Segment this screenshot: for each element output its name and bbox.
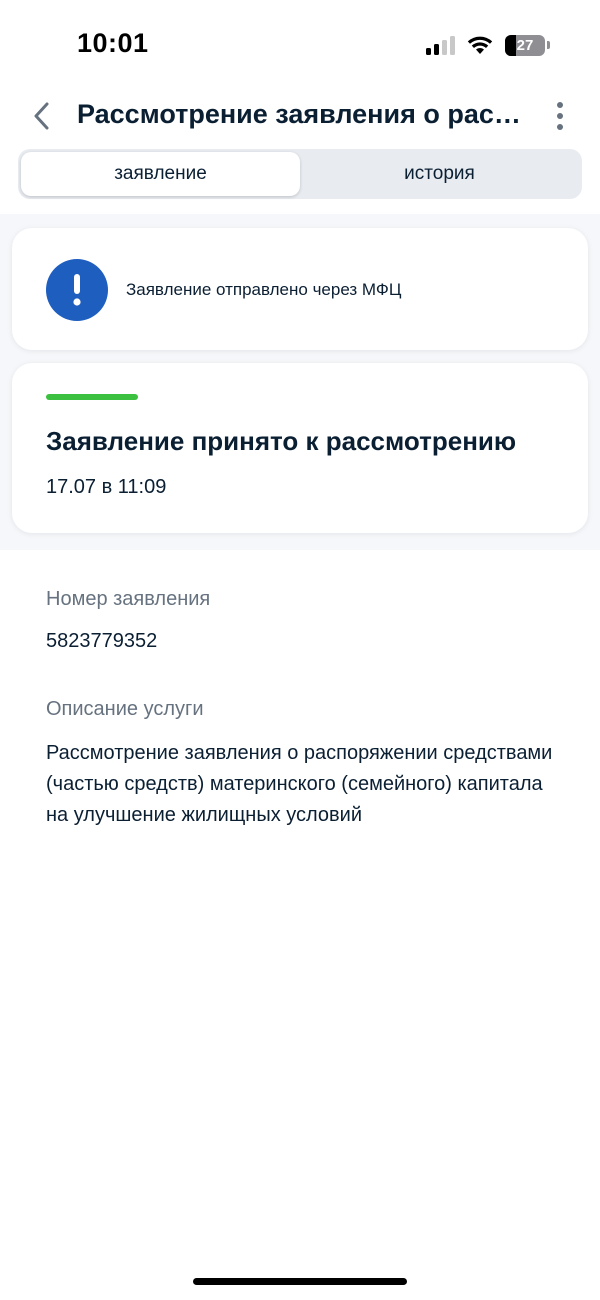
home-indicator[interactable] [193,1278,407,1285]
notice-card: Заявление отправлено через МФЦ [12,228,588,350]
tab-history[interactable]: история [300,152,579,196]
notice-text: Заявление отправлено через МФЦ [126,280,402,299]
application-number-value: 5823779352 [46,630,158,652]
more-menu-button[interactable] [548,100,572,132]
application-details: Номер заявления 5823779352 Описание услу… [0,550,600,1300]
back-button[interactable] [26,98,56,134]
battery-level: 27 [516,36,534,54]
service-description-value: Рассмотрение заявления о распоряжении ср… [46,742,553,826]
status-bar: 10:01 27 [0,0,600,88]
tab-application[interactable]: заявление [21,152,300,196]
status-progress-bar [46,394,138,400]
wifi-icon [467,36,493,54]
battery-icon: 27 [505,34,545,56]
application-number-label: Номер заявления [46,588,211,610]
status-time: 10:01 [77,28,149,58]
header: Рассмотрение заявления о распоряжении ср… [0,88,600,144]
status-progress-fill [46,394,138,400]
battery-cap [547,41,550,49]
signal-icon [426,35,455,55]
exclamation-icon [46,259,108,321]
tabs-bar: заявление история [0,144,600,214]
page-title: Рассмотрение заявления о распоряжении ср… [77,99,525,129]
status-date: 17.07 в 11:09 [46,476,167,498]
more-vertical-icon [557,102,563,108]
service-description-label: Описание услуги [46,698,204,720]
chevron-left-icon [34,102,49,130]
segmented-control: заявление история [18,149,582,199]
status-title: Заявление принято к рассмотрению [46,426,517,456]
app-screen: 10:01 27 Рассмотрение заявления о расп з… [0,0,600,1300]
status-icons: 27 [426,33,550,57]
status-card: Заявление принято к рассмотрению 17.07 в… [12,363,588,533]
